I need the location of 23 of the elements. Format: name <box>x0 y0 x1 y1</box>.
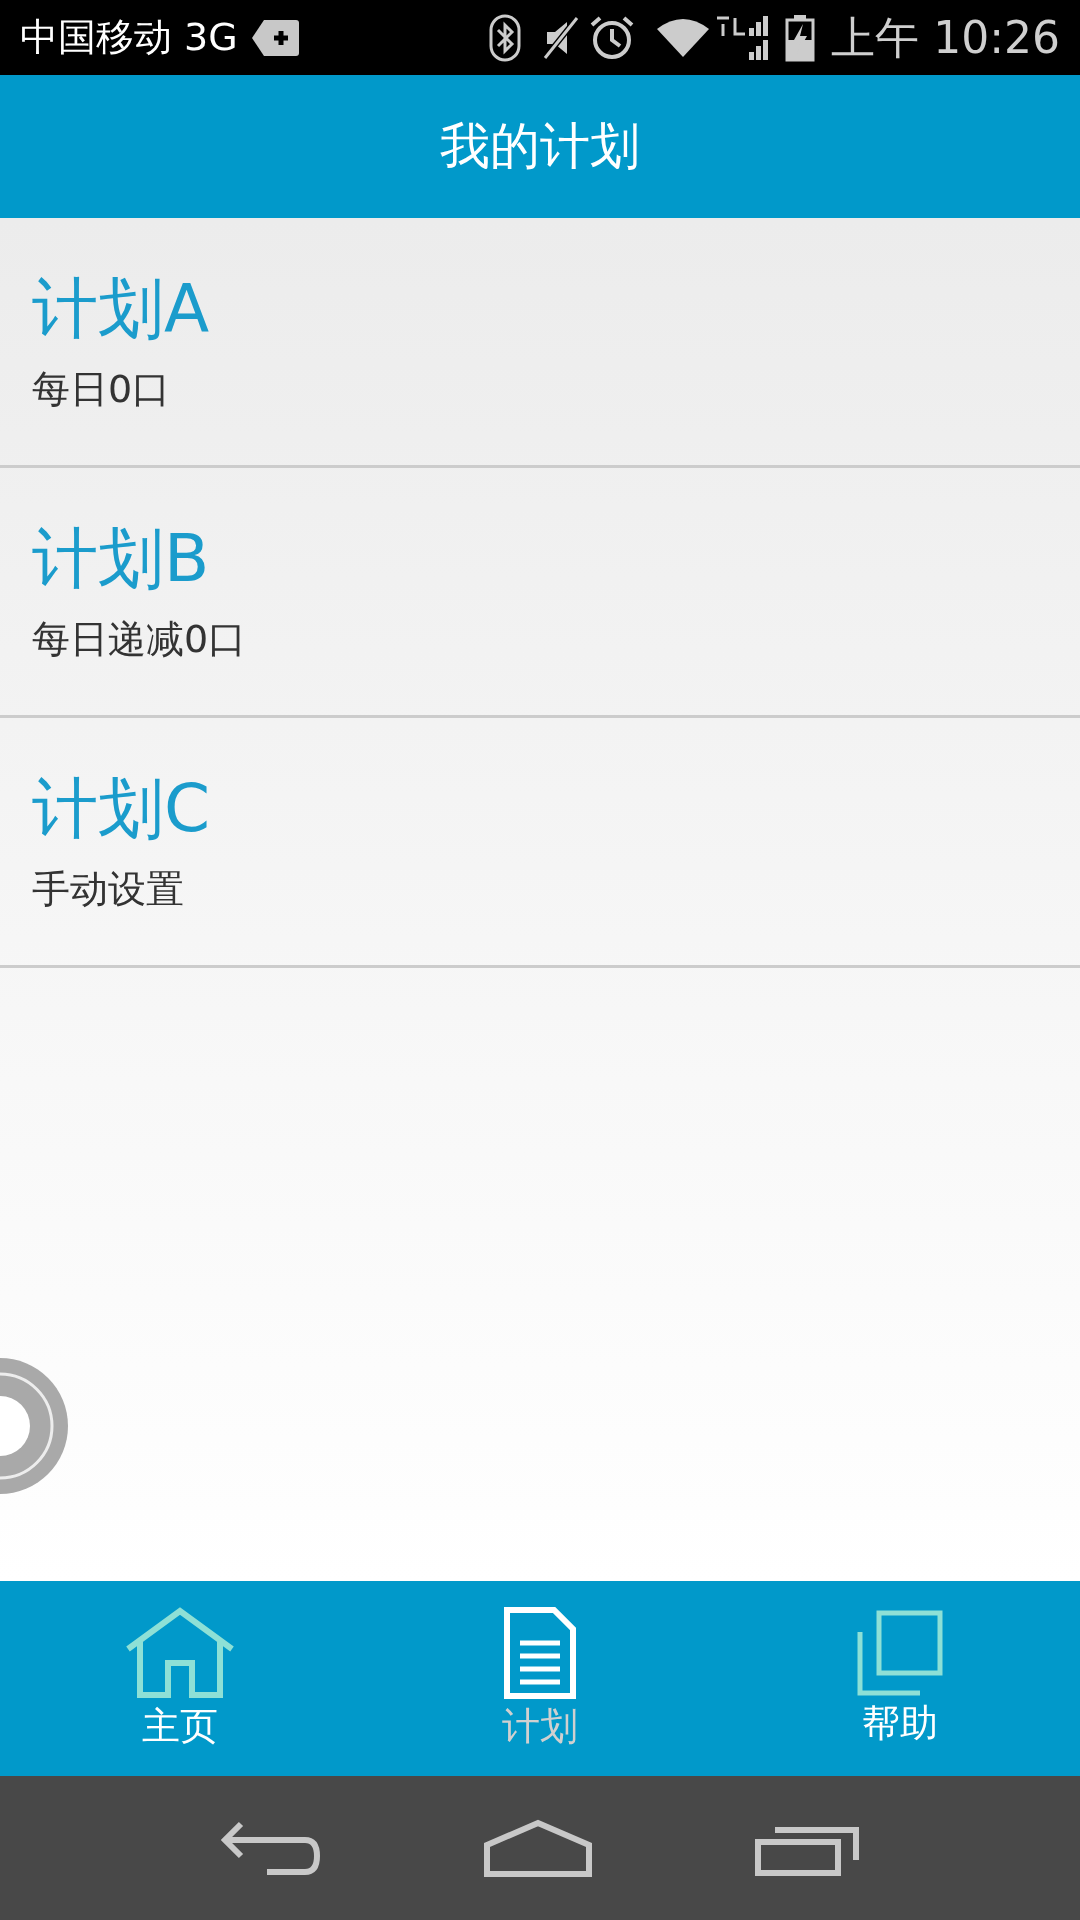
carrier-name: 中国移动 3G <box>20 14 238 61</box>
signal-icon <box>715 13 770 62</box>
plan-title: 计划A <box>32 275 211 342</box>
plan-description: 每日递减0口 <box>32 619 248 658</box>
plan-description: 手动设置 <box>32 869 185 908</box>
plan-description: 每日0口 <box>32 369 172 408</box>
plan-title: 计划C <box>32 775 212 842</box>
plan-item[interactable]: 计划C 手动设置 <box>0 718 1080 968</box>
screen-title: 我的计划 <box>440 116 640 177</box>
home-icon <box>124 1606 236 1699</box>
alarm-icon <box>589 14 636 61</box>
battery-icon <box>785 13 816 62</box>
back-icon[interactable] <box>221 1820 322 1876</box>
home-icon[interactable] <box>484 1819 592 1877</box>
document-icon <box>504 1606 576 1699</box>
plan-item[interactable]: 计划A 每日0口 <box>0 218 1080 468</box>
plan-title: 计划B <box>32 525 211 592</box>
wifi-icon <box>655 16 712 59</box>
plan-item[interactable]: 计划B 每日递减0口 <box>0 468 1080 718</box>
status-time: 上午 10:26 <box>831 10 1060 65</box>
copy-icon <box>857 1609 943 1696</box>
bluetooth-icon <box>489 13 522 62</box>
notification-icon <box>249 17 300 58</box>
